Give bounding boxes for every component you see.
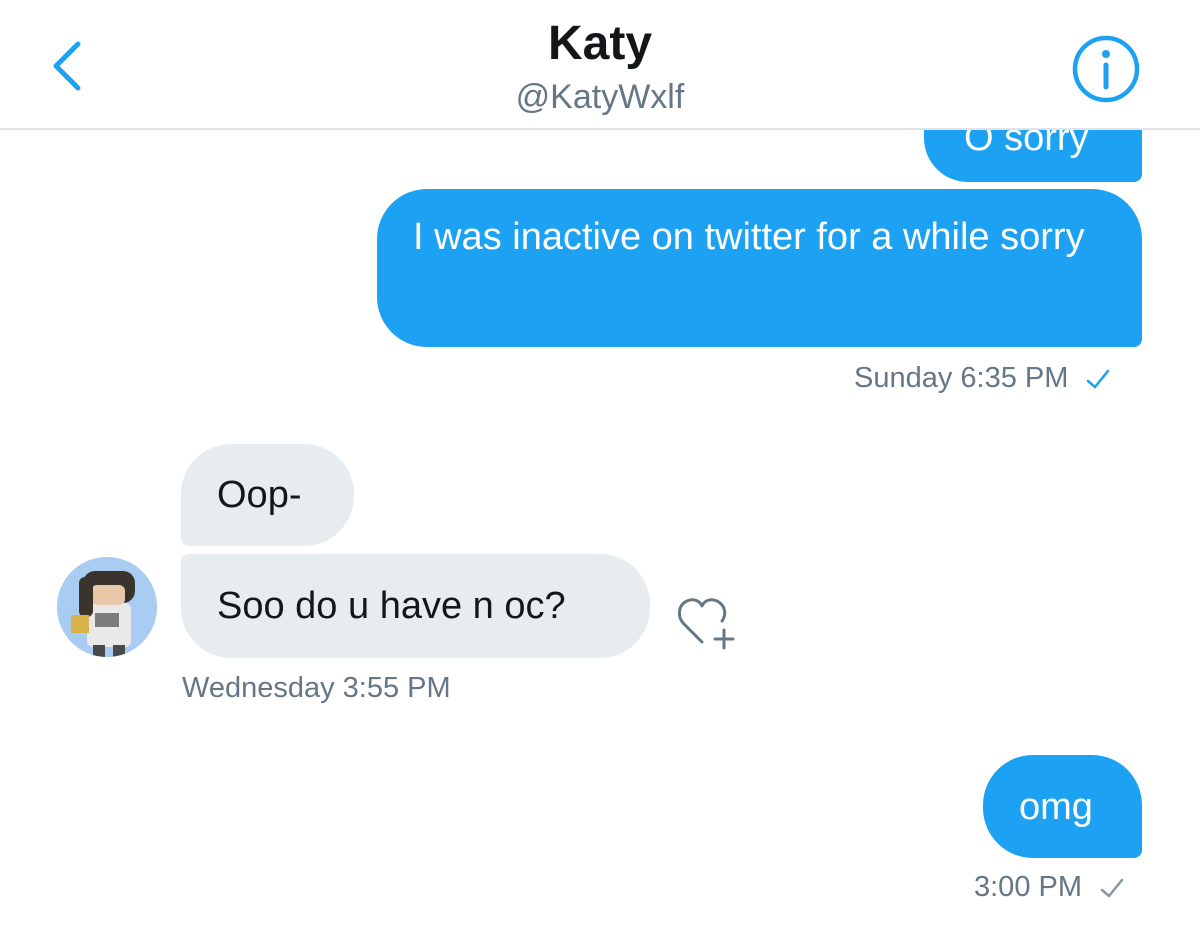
info-button[interactable] xyxy=(1071,34,1141,104)
message-bubble-incoming[interactable]: Soo do u have n oc? xyxy=(181,554,650,658)
message-text: Soo do u have n oc? xyxy=(217,585,566,627)
message-bubble-outgoing[interactable]: omg xyxy=(983,755,1142,858)
heart-plus-icon xyxy=(678,598,735,650)
message-timestamp: 3:00 PM xyxy=(974,869,1126,905)
message-text: I was inactive on twitter for a while so… xyxy=(413,216,1085,258)
conversation-title[interactable]: Katy xyxy=(0,14,1200,74)
message-timestamp: Sunday 6:35 PM xyxy=(854,360,1112,396)
conversation-handle[interactable]: @KatyWxlf xyxy=(0,76,1200,118)
message-bubble-outgoing[interactable]: I was inactive on twitter for a while so… xyxy=(377,189,1142,347)
conversation-header: Katy @KatyWxlf xyxy=(0,0,1200,130)
avatar-image xyxy=(57,557,157,657)
info-circle-icon xyxy=(1072,35,1140,103)
check-icon xyxy=(1100,879,1124,898)
message-text: Oop- xyxy=(217,474,302,516)
timestamp-text: Wednesday 3:55 PM xyxy=(182,672,451,704)
timestamp-text: Sunday 6:35 PM xyxy=(854,362,1069,394)
add-reaction-button[interactable] xyxy=(676,592,742,652)
message-text: omg xyxy=(1019,786,1093,828)
message-bubble-incoming[interactable]: Oop- xyxy=(181,444,354,546)
timestamp-text: 3:00 PM xyxy=(974,871,1082,903)
check-icon xyxy=(1087,370,1110,389)
message-timestamp: Wednesday 3:55 PM xyxy=(182,670,451,706)
avatar[interactable] xyxy=(57,557,157,657)
